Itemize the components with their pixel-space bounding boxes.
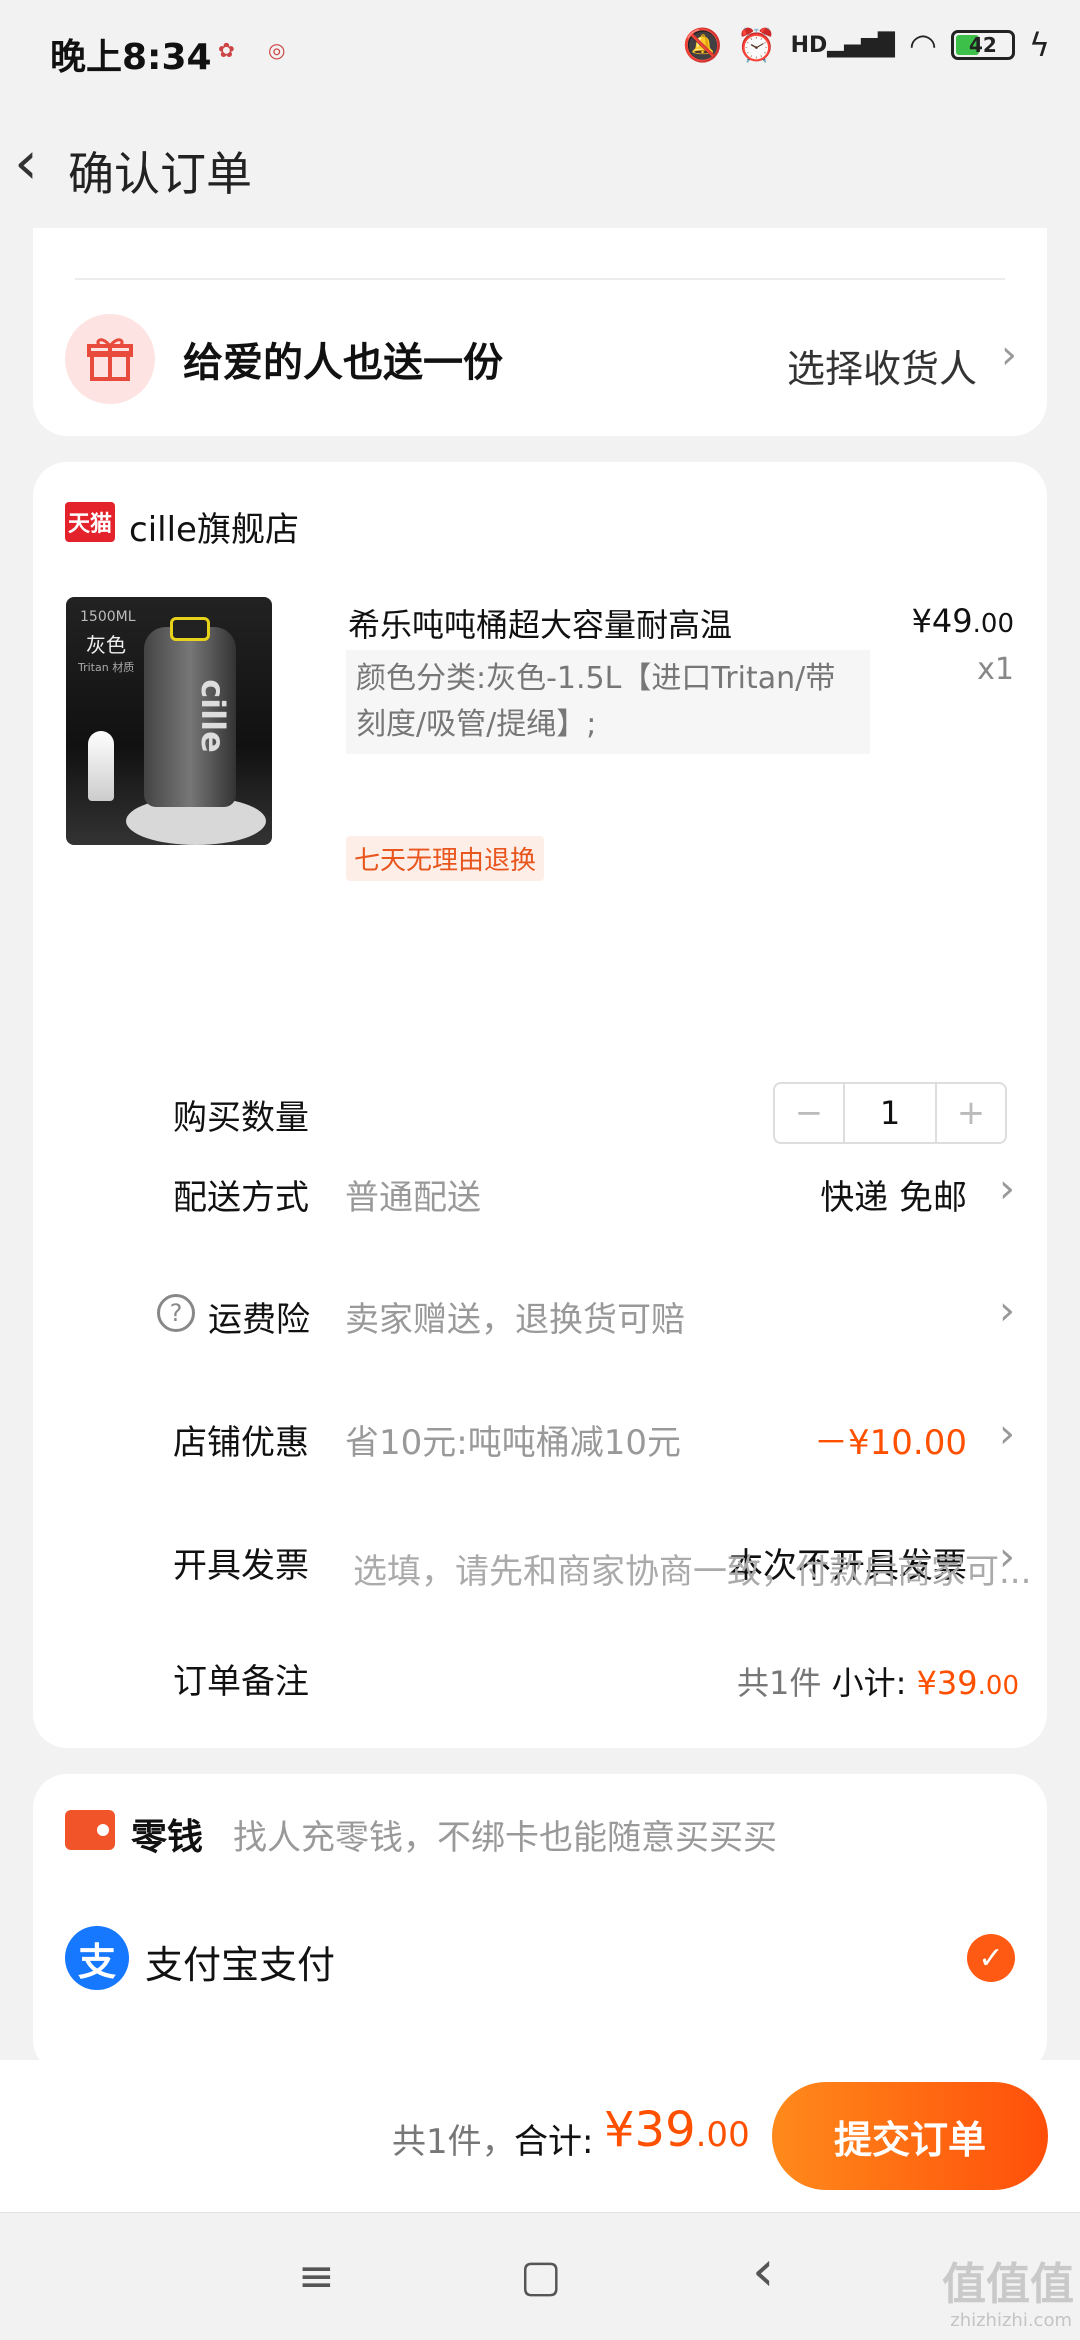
gift-title: 给爱的人也送一份 bbox=[183, 340, 503, 386]
return-policy-badge: 七天无理由退换 bbox=[346, 836, 545, 881]
submit-order-button[interactable]: 提交订单 bbox=[772, 2082, 1048, 2190]
home-icon[interactable]: ▢ bbox=[520, 2251, 562, 2302]
alipay-option[interactable]: 支付宝支付 bbox=[145, 1934, 335, 1989]
quantity-value[interactable]: 1 bbox=[843, 1084, 937, 1142]
gift-card[interactable]: 给爱的人也送一份 选择收货人 › bbox=[33, 228, 1047, 436]
bottle-cap-graphic bbox=[170, 617, 210, 641]
image-text: Tritan 材质 bbox=[78, 661, 135, 674]
chevron-right-icon: › bbox=[999, 1411, 1015, 1457]
image-text: cille bbox=[193, 679, 232, 753]
delivery-label: 配送方式 bbox=[173, 1178, 309, 1218]
payment-card: 零钱 找人充零钱，不绑卡也能随意买买买 支 支付宝支付 ✓ bbox=[33, 1774, 1047, 2074]
checkmark-icon[interactable]: ✓ bbox=[967, 1934, 1015, 1982]
discount-value: 省10元:吨吨桶减10元 bbox=[345, 1423, 681, 1463]
help-icon[interactable]: ? bbox=[157, 1294, 195, 1332]
subtotal: 共1件 小计: ¥39.00 bbox=[737, 1658, 1019, 1704]
shuttlecock-graphic bbox=[88, 731, 114, 801]
notification-icon: ✿ bbox=[218, 38, 235, 62]
wallet-title: 零钱 bbox=[131, 1817, 204, 1858]
shipping-insurance-row[interactable]: ? 运费险 卖家赠送，退换货可赔 › bbox=[33, 1284, 1047, 1344]
product-price: ¥49.00 bbox=[911, 602, 1014, 640]
mute-bell-icon: 🔕 bbox=[682, 26, 723, 64]
chevron-right-icon: › bbox=[999, 1166, 1015, 1212]
total-label: 合计: bbox=[514, 2122, 594, 2162]
status-bar: 晚上8:34 ✿ ◎ 🔕 ⏰ HD▂▄▆█ ◠ 42 ϟ bbox=[0, 0, 1080, 100]
menu-icon[interactable]: ≡ bbox=[298, 2251, 335, 2302]
quantity-stepper[interactable]: − 1 + bbox=[773, 1082, 1007, 1144]
note-label: 订单备注 bbox=[173, 1662, 309, 1702]
back-arrow-icon[interactable]: ‹ bbox=[14, 128, 38, 198]
product-quantity: x1 bbox=[977, 652, 1014, 687]
product-spec: 颜色分类:灰色-1.5L【进口Tritan/带刻度/吸管/提绳】; bbox=[346, 650, 870, 754]
quantity-label: 购买数量 bbox=[173, 1098, 309, 1138]
image-text: 灰色 bbox=[86, 633, 126, 657]
product-image[interactable]: 1500ML 灰色 Tritan 材质 cille bbox=[66, 597, 272, 845]
insurance-value: 卖家赠送，退换货可赔 bbox=[345, 1300, 685, 1340]
decrement-button[interactable]: − bbox=[775, 1084, 843, 1142]
delivery-value: 普通配送 bbox=[345, 1178, 481, 1218]
checkout-bar: 共1件， 合计: ¥39.00 提交订单 bbox=[0, 2060, 1080, 2212]
store-name[interactable]: cille旗舰店 bbox=[129, 502, 299, 551]
order-note-input[interactable]: 选填，请先和商家协商一致，付款后商家可... bbox=[353, 1544, 1033, 1593]
system-nav-bar: ≡ ▢ ‹ bbox=[0, 2212, 1080, 2340]
increment-button[interactable]: + bbox=[937, 1084, 1005, 1142]
page-header: ‹ 确认订单 bbox=[0, 100, 1080, 228]
wallet-description[interactable]: 找人充零钱，不绑卡也能随意买买买 bbox=[233, 1810, 777, 1859]
insurance-label: 运费险 bbox=[208, 1300, 310, 1340]
discount-label: 店铺优惠 bbox=[173, 1423, 309, 1463]
wifi-icon: ◠ bbox=[908, 26, 937, 64]
subtotal-label: 小计: bbox=[831, 1664, 907, 1702]
choose-recipient-link[interactable]: 选择收货人 bbox=[787, 338, 977, 393]
subtotal-count: 共1件 bbox=[737, 1664, 822, 1702]
divider bbox=[75, 278, 1005, 280]
total-amount: ¥39.00 bbox=[604, 2102, 750, 2158]
subtotal-amount: ¥39.00 bbox=[916, 1664, 1019, 1702]
order-card: 天猫 cille旗舰店 1500ML 灰色 Tritan 材质 cille 希乐… bbox=[33, 462, 1047, 1748]
delivery-row[interactable]: 配送方式 普通配送 快递 免邮 › bbox=[33, 1162, 1047, 1222]
image-text: 1500ML bbox=[80, 609, 136, 625]
chevron-right-icon: › bbox=[999, 1288, 1015, 1334]
gift-icon bbox=[65, 314, 155, 404]
battery-icon: 42 bbox=[950, 30, 1015, 60]
tmall-logo: 天猫 bbox=[65, 502, 115, 542]
wallet-icon bbox=[65, 1810, 115, 1850]
status-icons: 🔕 ⏰ HD▂▄▆█ ◠ 42 ϟ bbox=[683, 26, 1050, 64]
watermark-url: zhizhizhi.com bbox=[950, 2310, 1072, 2331]
store-discount-row[interactable]: 店铺优惠 省10元:吨吨桶减10元 －¥10.00 › bbox=[33, 1407, 1047, 1467]
notification-icon-2: ◎ bbox=[268, 38, 286, 62]
status-time: 晚上8:34 bbox=[50, 37, 212, 78]
chevron-right-icon: › bbox=[1001, 332, 1017, 378]
product-name[interactable]: 希乐吨吨桶超大容量耐高温 bbox=[348, 600, 732, 646]
quantity-row: 购买数量 − 1 + bbox=[33, 1082, 1047, 1144]
charging-icon: ϟ bbox=[1028, 26, 1050, 64]
page-title: 确认订单 bbox=[68, 147, 252, 201]
discount-amount: －¥10.00 bbox=[814, 1423, 967, 1463]
watermark: 值值值 bbox=[942, 2259, 1074, 2310]
back-icon[interactable]: ‹ bbox=[752, 2239, 774, 2304]
alarm-icon: ⏰ bbox=[736, 26, 777, 64]
total-count: 共1件， bbox=[392, 2122, 516, 2162]
invoice-label: 开具发票 bbox=[173, 1546, 309, 1586]
alipay-icon: 支 bbox=[65, 1926, 129, 1990]
signal-icon: HD▂▄▆█ bbox=[790, 32, 895, 58]
delivery-method: 快递 免邮 bbox=[820, 1178, 967, 1218]
